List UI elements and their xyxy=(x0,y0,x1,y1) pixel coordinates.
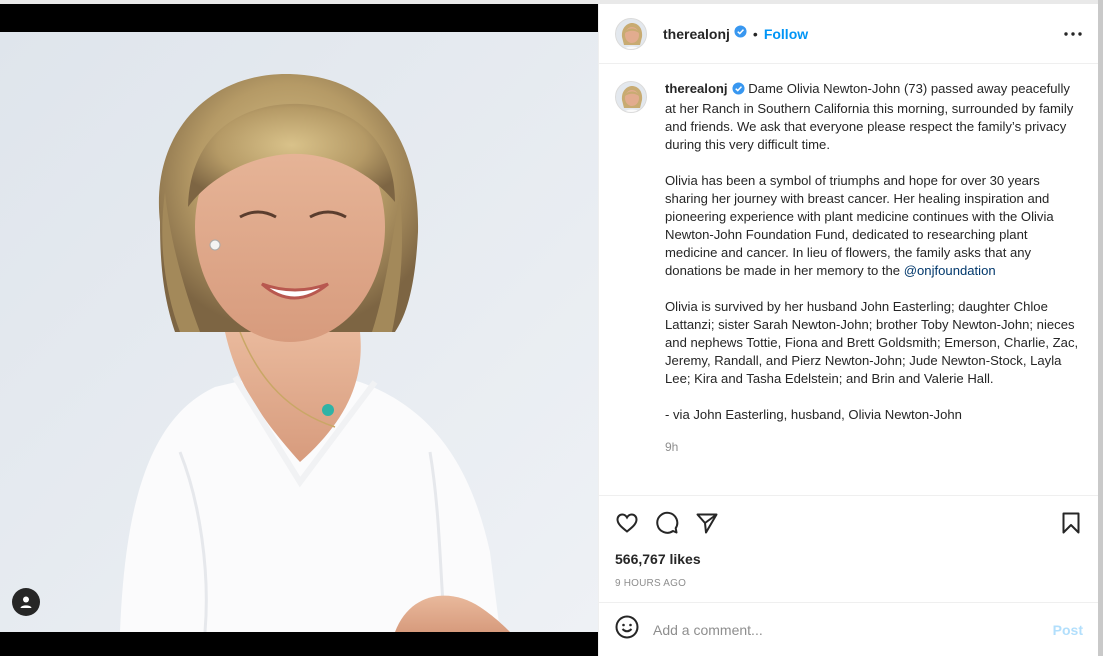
caption-paragraph-3: Olivia is survived by her husband John E… xyxy=(665,299,1079,386)
action-bar: 566,767 likes 9 HOURS AGO xyxy=(599,495,1099,601)
mention-link[interactable]: @onjfoundation xyxy=(904,263,996,278)
caption-body: therealonj Dame Olivia Newton-John (73) … xyxy=(665,80,1083,495)
comment-icon[interactable] xyxy=(654,510,680,536)
smiley-icon[interactable] xyxy=(615,615,639,644)
heart-icon[interactable] xyxy=(614,510,640,536)
likes-count[interactable]: 566,767 likes xyxy=(615,551,701,567)
caption-text: therealonj Dame Olivia Newton-John (73) … xyxy=(665,80,1083,424)
bookmark-icon[interactable] xyxy=(1058,510,1084,536)
post-details-panel: therealonj • Follow therealonj Dame Oliv… xyxy=(598,4,1099,656)
caption-section: therealonj Dame Olivia Newton-John (73) … xyxy=(599,64,1099,495)
verified-badge-icon xyxy=(732,82,745,100)
separator-dot: • xyxy=(752,25,758,42)
avatar[interactable] xyxy=(615,17,647,50)
comment-input[interactable] xyxy=(653,621,1033,638)
post-timestamp[interactable]: 9 HOURS AGO xyxy=(615,578,686,589)
caption-username[interactable]: therealonj xyxy=(665,81,728,96)
post-header: therealonj • Follow xyxy=(599,4,1099,64)
paper-plane-icon[interactable] xyxy=(694,510,720,536)
caption-time[interactable]: 9h xyxy=(665,440,1083,454)
comment-bar: Post xyxy=(599,602,1099,656)
follow-button[interactable]: Follow xyxy=(764,26,808,42)
window-edge xyxy=(1098,0,1103,656)
ellipsis-icon[interactable] xyxy=(1061,26,1085,42)
user-tag-icon[interactable] xyxy=(12,588,40,616)
post-photo[interactable] xyxy=(0,32,598,632)
post-media-panel xyxy=(0,4,598,656)
caption-avatar[interactable] xyxy=(615,81,647,113)
post-button[interactable]: Post xyxy=(1053,622,1083,638)
caption-paragraph-4: - via John Easterling, husband, Olivia N… xyxy=(665,407,962,422)
portrait-image xyxy=(0,32,598,632)
header-username[interactable]: therealonj xyxy=(663,26,730,42)
verified-badge-icon xyxy=(734,24,747,43)
